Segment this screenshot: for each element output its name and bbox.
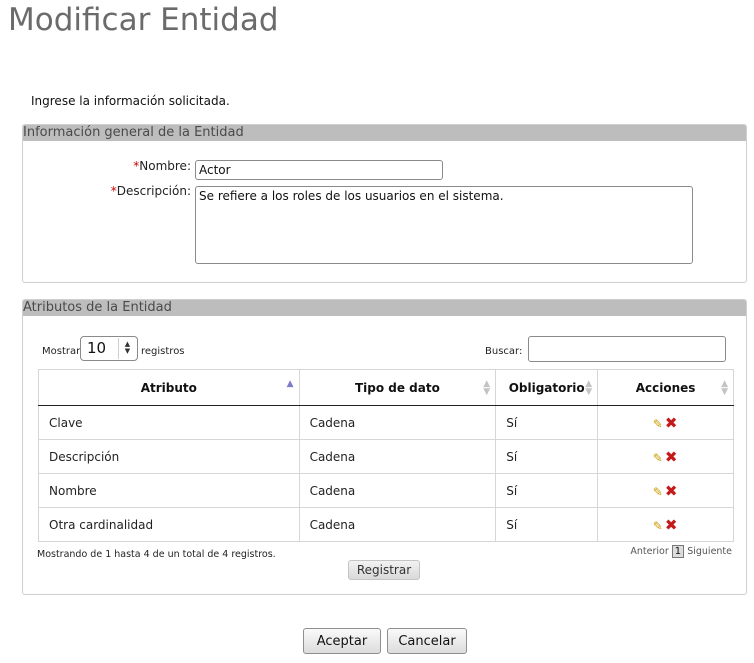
search-label: Buscar:: [485, 346, 523, 357]
cell-required: Sí: [495, 473, 599, 508]
description-textarea[interactable]: Se refiere a los roles de los usuarios e…: [195, 186, 693, 264]
attributes-section: Atributos de la Entidad Mostrar 10 ▲ ▼ re…: [22, 299, 747, 595]
sort-ascending-icon: ▲: [286, 379, 294, 389]
column-header-attribute[interactable]: Atributo ▲: [38, 369, 300, 406]
cell-actions: ✎ ✖: [597, 439, 734, 474]
column-header-label: Atributo: [140, 380, 197, 395]
column-header-required[interactable]: Obligatorio ▲ ▼: [495, 369, 599, 406]
pagination: Anterior 1 Siguiente: [630, 545, 732, 558]
attributes-header: Atributos de la Entidad: [23, 300, 746, 316]
cell-attribute: Nombre: [38, 473, 300, 508]
sort-both-icon: ▲ ▼: [483, 379, 491, 397]
table-row: Descripción Cadena Sí ✎ ✖: [38, 439, 734, 474]
table-row: Clave Cadena Sí ✎ ✖: [38, 405, 734, 440]
cell-required: Sí: [495, 405, 599, 440]
sort-both-icon: ▲ ▼: [585, 379, 593, 397]
select-updown-icon: ▲ ▼: [118, 338, 136, 359]
column-header-label: Obligatorio: [508, 380, 585, 395]
general-info-header: Información general de la Entidad: [23, 125, 746, 141]
general-info-section: Información general de la Entidad *Nombr…: [22, 124, 747, 283]
delete-x-icon[interactable]: ✖: [665, 414, 678, 432]
table-row: Otra cardinalidad Cadena Sí ✎ ✖: [38, 507, 734, 542]
delete-x-icon[interactable]: ✖: [665, 448, 678, 466]
attributes-table: Atributo ▲ Tipo de dato ▲ ▼ Obligatorio ▲ ▼ A…: [38, 369, 734, 542]
name-label: *Nombre:: [115, 159, 191, 173]
table-info-text: Mostrando de 1 hasta 4 de un total de 4 …: [37, 549, 276, 560]
pager-next-link[interactable]: Siguiente: [687, 546, 732, 557]
pencil-icon[interactable]: ✎: [653, 519, 663, 533]
description-label-text: Descripción:: [116, 184, 191, 198]
column-header-label: Acciones: [635, 380, 696, 395]
cell-type: Cadena: [298, 405, 497, 440]
name-label-text: Nombre:: [139, 159, 191, 173]
accept-button[interactable]: Aceptar: [303, 628, 381, 654]
table-row: Nombre Cadena Sí ✎ ✖: [38, 473, 734, 508]
register-button[interactable]: Registrar: [348, 560, 420, 580]
column-header-actions[interactable]: Acciones ▲ ▼: [597, 369, 734, 406]
cell-required: Sí: [495, 439, 599, 474]
column-header-label: Tipo de dato: [354, 380, 440, 395]
instructions-text: Ingrese la información solicitada.: [31, 94, 230, 108]
pager-previous-link[interactable]: Anterior: [630, 546, 668, 557]
cell-required: Sí: [495, 507, 599, 542]
name-input[interactable]: [195, 160, 443, 180]
cell-actions: ✎ ✖: [597, 405, 734, 440]
cell-actions: ✎ ✖: [597, 473, 734, 508]
cell-attribute: Otra cardinalidad: [38, 507, 300, 542]
cell-type: Cadena: [298, 507, 497, 542]
table-header-row: Atributo ▲ Tipo de dato ▲ ▼ Obligatorio ▲ ▼ A…: [38, 369, 734, 406]
pencil-icon[interactable]: ✎: [653, 485, 663, 499]
delete-x-icon[interactable]: ✖: [665, 482, 678, 500]
column-header-type[interactable]: Tipo de dato ▲ ▼: [298, 369, 497, 406]
page-size-select[interactable]: 10 ▲ ▼: [80, 336, 138, 361]
cell-attribute: Descripción: [38, 439, 300, 474]
search-input[interactable]: [528, 336, 726, 362]
records-label: registros: [141, 346, 185, 357]
cell-type: Cadena: [298, 473, 497, 508]
pencil-icon[interactable]: ✎: [653, 417, 663, 431]
pager-current-page[interactable]: 1: [671, 545, 685, 558]
page-title: Modificar Entidad: [8, 2, 279, 38]
show-label: Mostrar: [42, 346, 81, 357]
description-label: *Descripción:: [85, 184, 191, 198]
cell-type: Cadena: [298, 439, 497, 474]
pencil-icon[interactable]: ✎: [653, 451, 663, 465]
cell-actions: ✎ ✖: [597, 507, 734, 542]
delete-x-icon[interactable]: ✖: [665, 516, 678, 534]
page-size-value: 10: [87, 339, 107, 357]
cell-attribute: Clave: [38, 405, 300, 440]
cancel-button[interactable]: Cancelar: [387, 628, 467, 654]
sort-both-icon: ▲ ▼: [721, 379, 728, 397]
